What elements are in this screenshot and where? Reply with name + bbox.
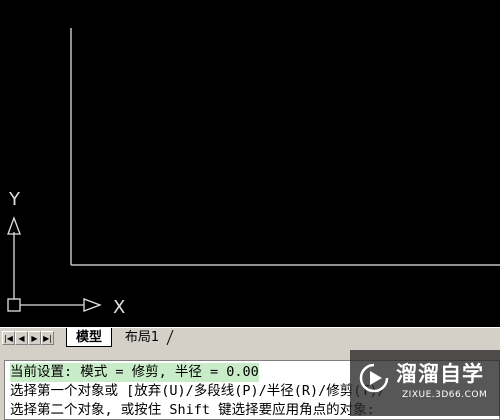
watermark-url: ZIXUE.3D66.COM bbox=[402, 390, 488, 400]
drawing-svg: Y X bbox=[7, 28, 500, 318]
tab-separator bbox=[166, 330, 174, 345]
ucs-y-label: Y bbox=[8, 189, 21, 210]
command-history-line: 选择第一个对象或 [放弃(U)/多段线(P)/半径(R)/修剪(T)/ bbox=[10, 383, 386, 399]
command-history-line: 当前设置: 模式 = 修剪, 半径 = 0.00 bbox=[10, 363, 259, 382]
tab-layout1[interactable]: 布局1 bbox=[118, 328, 166, 347]
watermark-title: 溜溜自学 bbox=[396, 362, 484, 386]
last-tab-icon[interactable]: ▶| bbox=[41, 331, 54, 345]
command-prompt-line[interactable]: 选择第二个对象, 或按住 Shift 键选择要应用角点的对象: bbox=[10, 401, 375, 419]
layout-tab-bar: |◀ ◀ ▶ ▶| 模型 布局1 bbox=[0, 327, 500, 349]
play-logo-icon bbox=[359, 363, 389, 393]
drawing-canvas[interactable]: Y X bbox=[0, 0, 500, 327]
next-tab-icon[interactable]: ▶ bbox=[28, 331, 41, 345]
prev-tab-icon[interactable]: ◀ bbox=[15, 331, 28, 345]
first-tab-icon[interactable]: |◀ bbox=[2, 331, 15, 345]
watermark: 溜溜自学 ZIXUE.3D66.COM bbox=[350, 350, 500, 416]
tab-model[interactable]: 模型 bbox=[66, 328, 112, 347]
ucs-x-label: X bbox=[113, 297, 125, 318]
